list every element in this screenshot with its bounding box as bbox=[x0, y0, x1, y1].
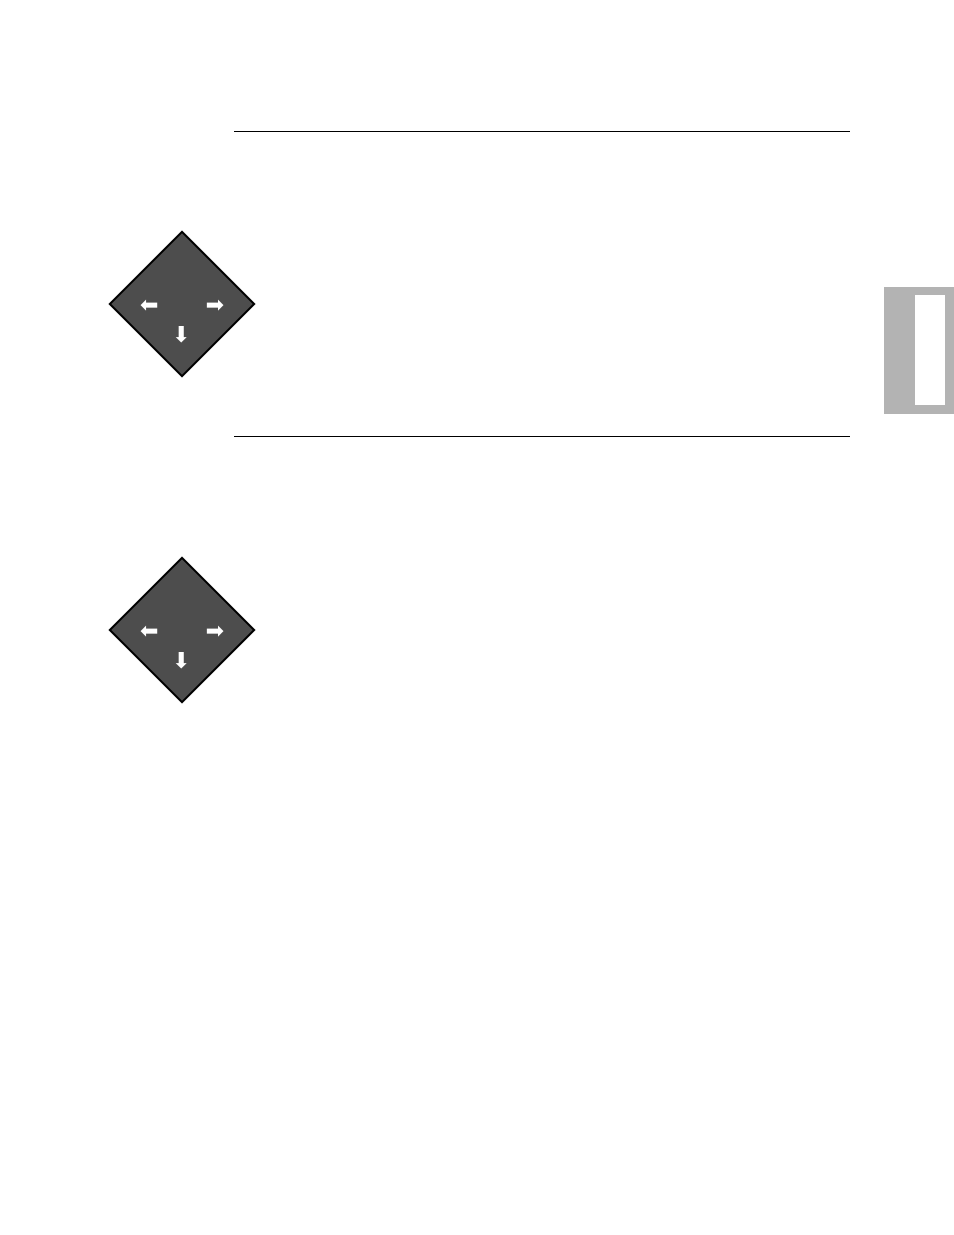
horizontal-rule-mid bbox=[234, 436, 850, 437]
arrow-right-icon: ➡ bbox=[206, 292, 224, 318]
arrow-left-icon: ⬅ bbox=[140, 292, 158, 318]
diamond-icon-2: ⬅ ➡ ⬇ bbox=[108, 556, 255, 703]
side-tab bbox=[884, 287, 954, 414]
arrow-right-icon: ➡ bbox=[206, 618, 224, 644]
diamond-2-arrows: ⬅ ➡ ⬇ bbox=[132, 580, 232, 680]
arrow-down-icon: ⬇ bbox=[172, 648, 190, 674]
side-tab-inner bbox=[915, 295, 945, 405]
diamond-icon-1: ⬅ ➡ ⬇ bbox=[108, 230, 255, 377]
diamond-1-arrows: ⬅ ➡ ⬇ bbox=[132, 254, 232, 354]
arrow-down-icon: ⬇ bbox=[172, 322, 190, 348]
horizontal-rule-top bbox=[234, 131, 850, 132]
arrow-left-icon: ⬅ bbox=[140, 618, 158, 644]
